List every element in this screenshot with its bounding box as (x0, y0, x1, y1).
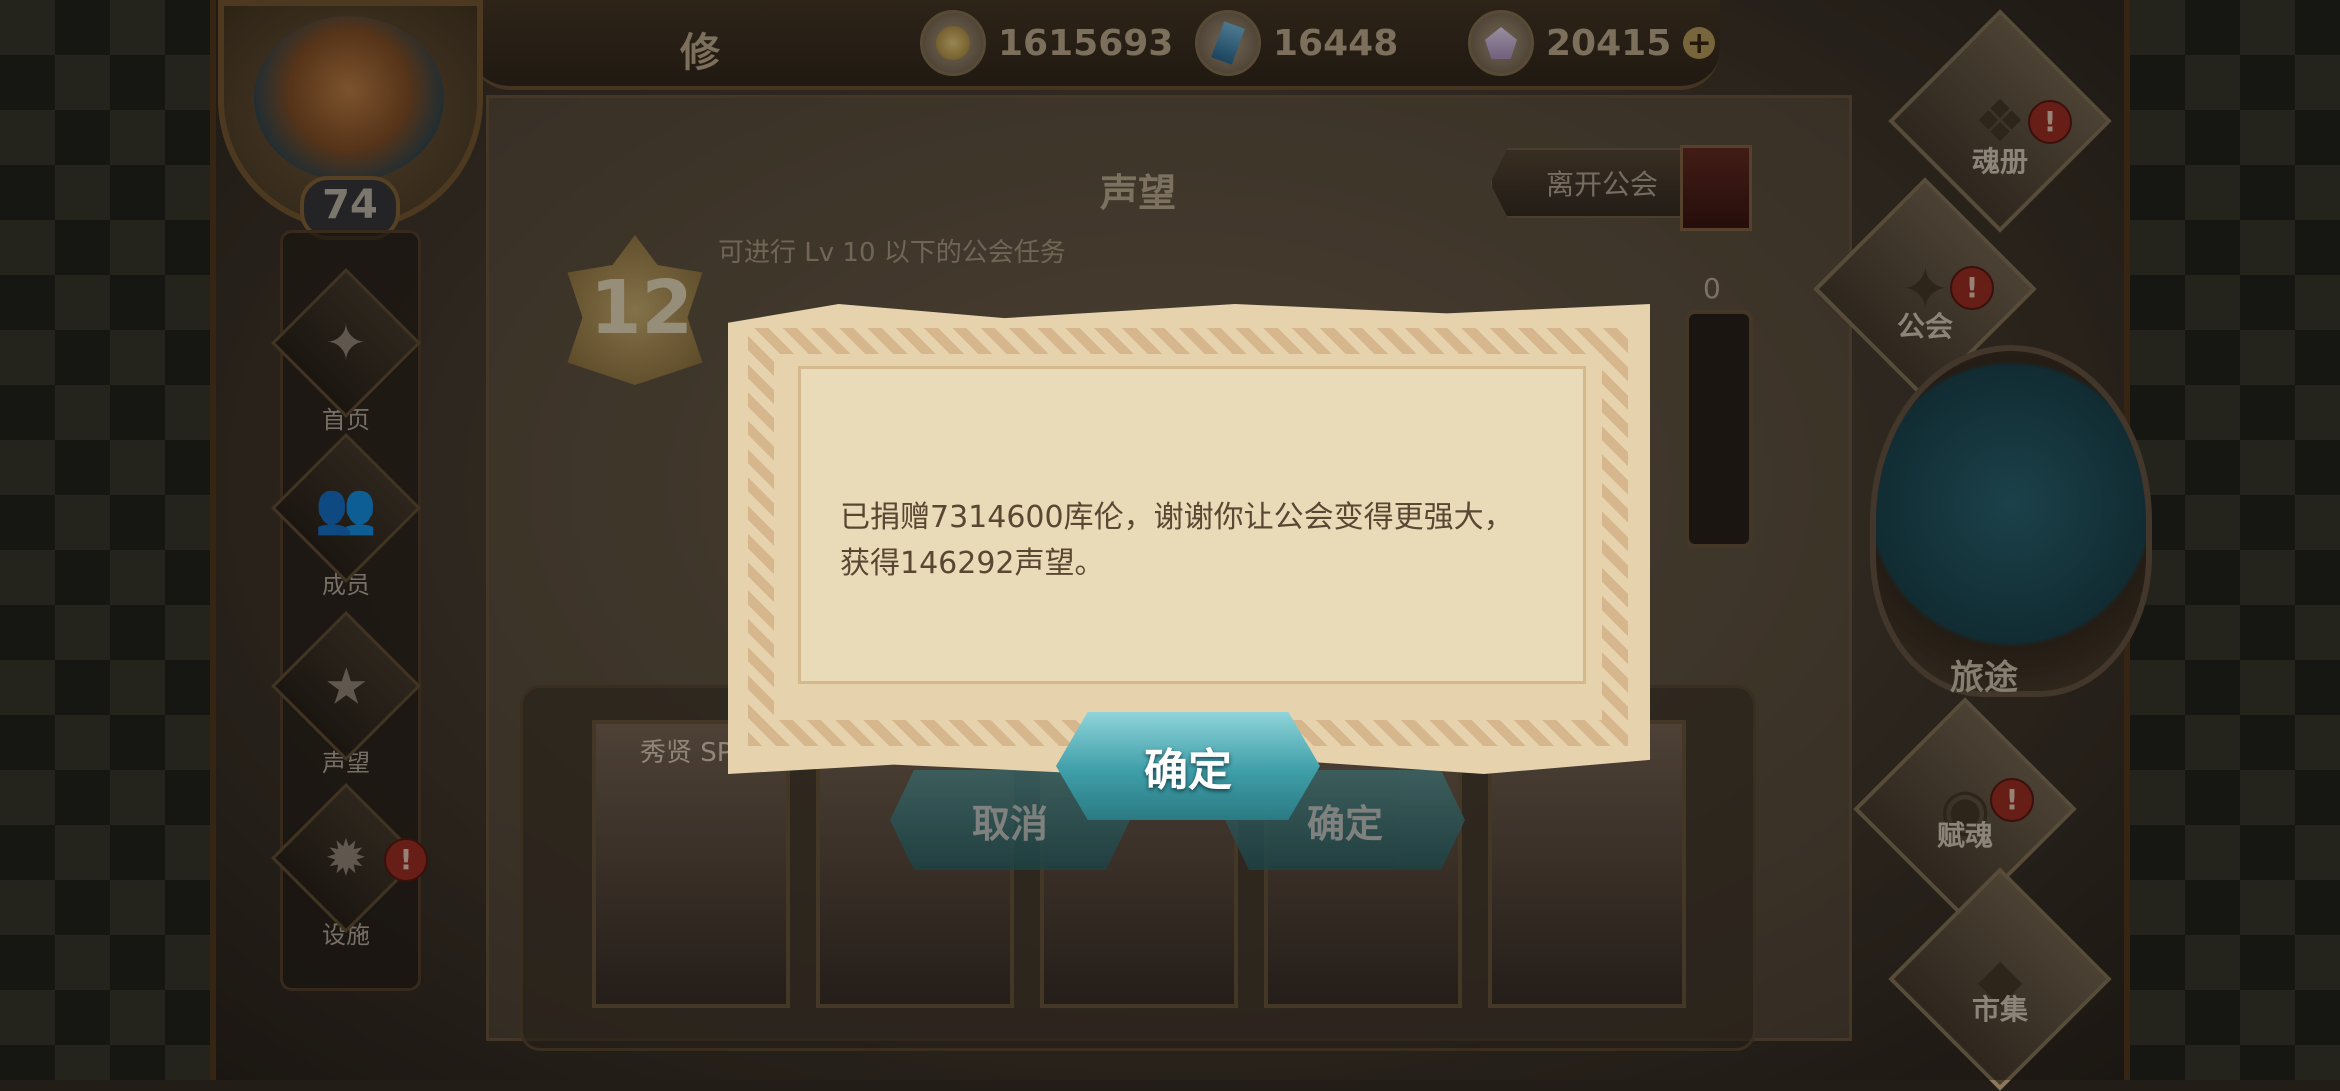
panel-title: 声望 (1100, 171, 1177, 215)
guild-hint-text: 可进行 Lv 10 以下的公会任务 (718, 238, 1066, 268)
nav-home[interactable]: ✦ 首页 (271, 268, 421, 435)
nav-soul-book-label: 魂册 (1971, 145, 2028, 178)
crystal-icon (1468, 10, 1534, 76)
gauge-value: 0 (1703, 272, 1721, 305)
facility-icon: ✹ (325, 829, 367, 887)
journey-button[interactable] (1870, 345, 2152, 697)
reputation-icon: ★ (323, 656, 369, 715)
gem-amount: 16448 (1273, 22, 1399, 64)
nav-soul-book[interactable]: ❖ 魂册 (1885, 9, 2115, 233)
nav-members[interactable]: 👥 成员 (271, 433, 421, 600)
gold-amount: 1615693 (998, 22, 1174, 64)
left-decorative-panel (0, 0, 216, 1080)
tiger-avatar-icon (254, 16, 444, 181)
nav-soul-infuse-label: 赋魂 (1936, 819, 1993, 852)
dialog-message: 已捐赠7314600库伦，谢谢你让公会变得更强大，获得146292声望。 (840, 500, 1514, 581)
add-crystal-button[interactable]: + (1683, 26, 1716, 61)
nav-soul-infuse[interactable]: ◉ 赋魂 (1850, 697, 2080, 921)
crystal-amount: 20415 (1546, 22, 1672, 64)
nav-reputation[interactable]: ★ 声望 (271, 611, 421, 778)
crystal-currency[interactable]: 20415 + (1468, 10, 1716, 76)
nav-market-label: 市集 (1971, 993, 2028, 1026)
nav-market[interactable]: ◆ 市集 (1885, 867, 2115, 1091)
guild-emblem-icon: ✦ (325, 314, 367, 372)
reputation-gauge (1685, 310, 1753, 548)
soul-infuse-alert-badge: ! (1990, 778, 2034, 822)
leave-door-icon[interactable] (1680, 145, 1752, 231)
rank-level: 12 (590, 265, 693, 351)
guild-alert-badge: ! (1950, 266, 1994, 310)
right-decorative-panel (2124, 0, 2340, 1080)
members-icon: 👥 (314, 478, 378, 537)
nav-journey-label: 旅途 (1950, 658, 2018, 698)
card-name: 秀贤 SP (640, 738, 733, 768)
player-name: 修 (680, 30, 720, 76)
dialog-confirm-button[interactable]: 确定 (1056, 712, 1320, 820)
gold-coin-icon (920, 10, 986, 76)
nav-guild-label: 公会 (1896, 310, 1953, 343)
soul-book-alert-badge: ! (2028, 100, 2072, 144)
blue-gem-icon (1195, 10, 1261, 76)
facility-alert-badge: ! (384, 838, 428, 882)
gem-currency[interactable]: 16448 (1195, 10, 1399, 76)
gold-currency[interactable]: 1615693 (920, 10, 1174, 76)
